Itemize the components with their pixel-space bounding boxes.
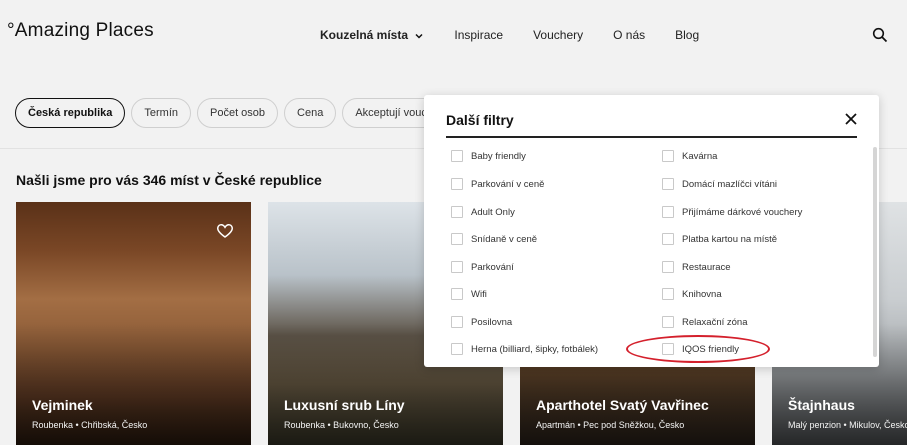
checkbox[interactable] [662, 206, 674, 218]
heart-icon[interactable] [217, 224, 233, 238]
header: °Amazing Places Kouzelná místa Inspirace… [0, 0, 907, 70]
checkbox[interactable] [662, 316, 674, 328]
checkbox[interactable] [451, 343, 463, 355]
filter-option-adult-only[interactable]: Adult Only [451, 206, 515, 218]
checkbox[interactable] [451, 261, 463, 273]
filter-chips: Česká republika Termín Počet osob Cena A… [15, 98, 467, 128]
checkbox[interactable] [451, 150, 463, 162]
main-nav: Kouzelná místa Inspirace Vouchery O nás … [320, 28, 729, 42]
filter-option-gym[interactable]: Posilovna [451, 316, 512, 328]
filter-option-card-payment[interactable]: Platba kartou na místě [662, 233, 777, 245]
results-heading: Našli jsme pro vás 346 míst v České repu… [16, 172, 322, 188]
dialog-title: Další filtry [446, 112, 514, 128]
search-icon[interactable] [872, 27, 888, 43]
filter-option-baby-friendly[interactable]: Baby friendly [451, 150, 526, 162]
filter-option-breakfast-included[interactable]: Snídaně v ceně [451, 233, 537, 245]
close-icon[interactable] [845, 113, 857, 125]
logo[interactable]: °Amazing Places [7, 20, 154, 42]
checkbox[interactable] [451, 233, 463, 245]
highlight-annotation [626, 335, 770, 363]
checkbox[interactable] [662, 178, 674, 190]
nav-item-inspirace[interactable]: Inspirace [454, 28, 503, 42]
checkbox[interactable] [451, 206, 463, 218]
filter-option-parking-included[interactable]: Parkování v ceně [451, 178, 544, 190]
place-meta: Roubenka • Chřibská, Česko [32, 420, 148, 430]
place-meta: Malý penzion • Mikulov, Česko [788, 420, 907, 430]
dialog-divider [446, 136, 857, 138]
filter-option-relax-zone[interactable]: Relaxační zóna [662, 316, 747, 328]
more-filters-dialog: Další filtry Baby friendly Parkování v c… [424, 95, 879, 367]
place-meta: Roubenka • Bukovno, Česko [284, 420, 399, 430]
filter-option-restaurant[interactable]: Restaurace [662, 261, 731, 273]
checkbox[interactable] [451, 178, 463, 190]
checkbox[interactable] [451, 288, 463, 300]
place-title: Vejminek [32, 397, 93, 413]
nav-item-blog[interactable]: Blog [675, 28, 699, 42]
filter-option-gift-vouchers[interactable]: Přijímáme dárkové vouchery [662, 206, 802, 218]
scrollbar[interactable] [873, 147, 877, 357]
chip-country[interactable]: Česká republika [15, 98, 126, 128]
checkbox[interactable] [451, 316, 463, 328]
place-title: Luxusní srub Líny [284, 397, 405, 413]
nav-item-kouzelna-mista[interactable]: Kouzelná místa [320, 28, 424, 42]
chip-date[interactable]: Termín [131, 98, 191, 128]
nav-item-o-nas[interactable]: O nás [613, 28, 645, 42]
filter-option-parking[interactable]: Parkování [451, 261, 514, 273]
filter-option-wifi[interactable]: Wifi [451, 288, 487, 300]
chevron-down-icon [415, 33, 423, 39]
place-meta: Apartmán • Pec pod Sněžkou, Česko [536, 420, 685, 430]
filter-option-pets-welcome[interactable]: Domácí mazlíčci vítáni [662, 178, 777, 190]
place-title: Štajnhaus [788, 397, 855, 413]
chip-guests[interactable]: Počet osob [197, 98, 279, 128]
checkbox[interactable] [662, 261, 674, 273]
checkbox[interactable] [662, 233, 674, 245]
filter-option-game-room[interactable]: Herna (billiard, šipky, fotbálek) [451, 343, 598, 355]
chip-price[interactable]: Cena [284, 98, 337, 128]
nav-item-vouchery[interactable]: Vouchery [533, 28, 583, 42]
place-card[interactable]: Vejminek Roubenka • Chřibská, Česko [16, 202, 251, 445]
checkbox[interactable] [662, 288, 674, 300]
nav-item-label: Kouzelná místa [320, 28, 409, 42]
checkbox[interactable] [662, 150, 674, 162]
filter-option-cafe[interactable]: Kavárna [662, 150, 717, 162]
filter-option-library[interactable]: Knihovna [662, 288, 722, 300]
place-title: Aparthotel Svatý Vavřinec [536, 397, 709, 413]
